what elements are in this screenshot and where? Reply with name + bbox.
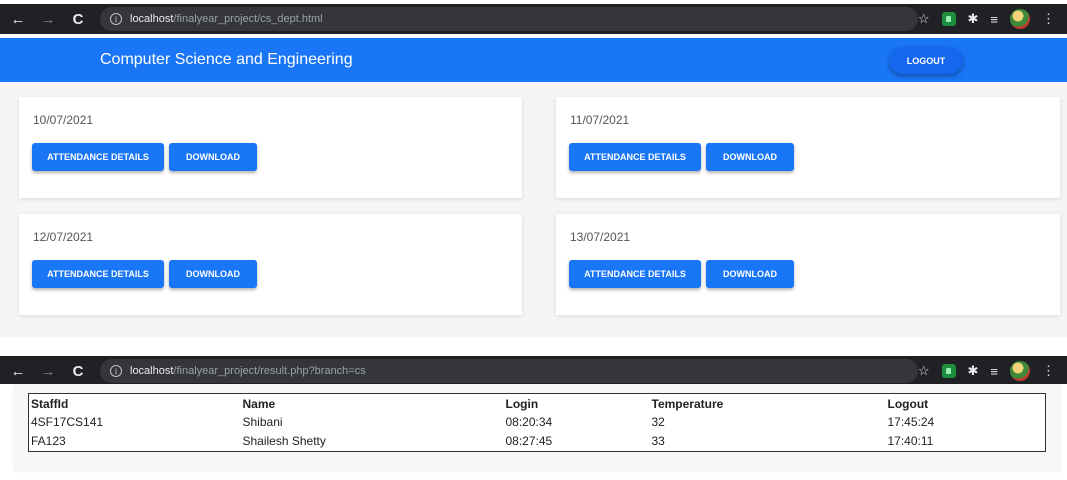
cell-name: Shibani — [242, 415, 283, 429]
column-header-login: Login — [505, 397, 539, 411]
table-header-row: StaffId Name Login Temperature Logout — [29, 394, 1046, 414]
cell-login: 08:27:45 — [505, 434, 553, 448]
cell-temperature: 32 — [651, 415, 665, 429]
more-vertical-icon[interactable]: ⋮ — [1042, 11, 1055, 27]
card-date: 10/07/2021 — [33, 113, 94, 127]
result-panel: StaffId Name Login Temperature Logout 4S… — [14, 384, 1060, 470]
attendance-table: StaffId Name Login Temperature Logout 4S… — [28, 393, 1046, 452]
cell-temperature: 33 — [651, 434, 665, 448]
address-bar[interactable]: i localhost /finalyear_project/cs_dept.h… — [100, 7, 918, 31]
reload-icon[interactable]: C — [70, 11, 86, 28]
cell-logout: 17:45:24 — [887, 415, 935, 429]
reload-icon[interactable]: C — [70, 363, 86, 380]
card-date: 13/07/2021 — [570, 230, 631, 244]
cell-staffid: FA123 — [31, 434, 66, 448]
card-date: 12/07/2021 — [33, 230, 94, 244]
star-icon[interactable]: ☆ — [918, 11, 930, 27]
arrow-right-icon[interactable]: → — [40, 11, 56, 28]
date-card: 10/07/2021 ATTENDANCE DETAILS DOWNLOAD — [19, 97, 522, 198]
attendance-details-button[interactable]: ATTENDANCE DETAILS — [569, 143, 701, 171]
column-header-temperature: Temperature — [651, 397, 724, 411]
profile-avatar[interactable] — [1010, 361, 1030, 381]
column-header-name: Name — [242, 397, 276, 411]
arrow-left-icon[interactable]: ← — [10, 363, 26, 380]
url-host: localhost — [130, 365, 174, 377]
arrow-left-icon[interactable]: ← — [10, 11, 26, 28]
url-path: /finalyear_project/result.php?branch=cs — [173, 365, 366, 377]
attendance-details-button[interactable]: ATTENDANCE DETAILS — [32, 260, 164, 288]
cell-staffid: 4SF17CS141 — [31, 415, 104, 429]
column-header-logout: Logout — [887, 397, 929, 411]
download-button[interactable]: DOWNLOAD — [169, 143, 257, 171]
cell-login: 08:20:34 — [505, 415, 553, 429]
puzzle-icon[interactable]: ✱ — [968, 11, 979, 27]
date-card: 13/07/2021 ATTENDANCE DETAILS DOWNLOAD — [556, 214, 1060, 315]
extension-icon[interactable] — [941, 364, 956, 378]
reading-list-icon[interactable]: ≡ — [990, 364, 998, 379]
browser-toolbar: ← → C i localhost /finalyear_project/cs_… — [0, 4, 1067, 34]
puzzle-icon[interactable]: ✱ — [968, 363, 979, 379]
arrow-right-icon[interactable]: → — [40, 363, 56, 380]
download-button[interactable]: DOWNLOAD — [706, 143, 794, 171]
extension-icon[interactable] — [941, 12, 956, 26]
attendance-details-button[interactable]: ATTENDANCE DETAILS — [32, 143, 164, 171]
date-card: 12/07/2021 ATTENDANCE DETAILS DOWNLOAD — [19, 214, 522, 315]
reading-list-icon[interactable]: ≡ — [990, 12, 998, 27]
cell-name: Shailesh Shetty — [242, 434, 326, 448]
card-date: 11/07/2021 — [570, 113, 630, 127]
url-host: localhost — [130, 13, 174, 25]
more-vertical-icon[interactable]: ⋮ — [1042, 363, 1055, 379]
content-area: 10/07/2021 ATTENDANCE DETAILS DOWNLOAD 1… — [0, 82, 1067, 337]
browser-toolbar: ← → C i localhost /finalyear_project/res… — [0, 356, 1067, 386]
cell-logout: 17:40:11 — [887, 434, 934, 448]
url-path: /finalyear_project/cs_dept.html — [173, 13, 323, 25]
address-bar[interactable]: i localhost /finalyear_project/result.ph… — [100, 359, 918, 383]
attendance-details-button[interactable]: ATTENDANCE DETAILS — [569, 260, 701, 288]
page-title: Computer Science and Engineering — [100, 51, 353, 68]
result-area: StaffId Name Login Temperature Logout 4S… — [0, 384, 1067, 480]
column-header-staffid: StaffId — [31, 397, 69, 411]
info-icon[interactable]: i — [110, 13, 122, 25]
info-icon[interactable]: i — [110, 365, 122, 377]
app-header: Computer Science and Engineering LOGOUT — [0, 38, 1067, 82]
profile-avatar[interactable] — [1010, 9, 1030, 29]
download-button[interactable]: DOWNLOAD — [706, 260, 794, 288]
date-card: 11/07/2021 ATTENDANCE DETAILS DOWNLOAD — [556, 97, 1060, 198]
table-row: FA123 Shailesh Shetty 08:27:45 33 17:40:… — [29, 432, 1046, 452]
download-button[interactable]: DOWNLOAD — [169, 260, 257, 288]
logout-button[interactable]: LOGOUT — [889, 47, 963, 74]
star-icon[interactable]: ☆ — [918, 363, 930, 379]
table-row: 4SF17CS141 Shibani 08:20:34 32 17:45:24 — [29, 413, 1046, 432]
